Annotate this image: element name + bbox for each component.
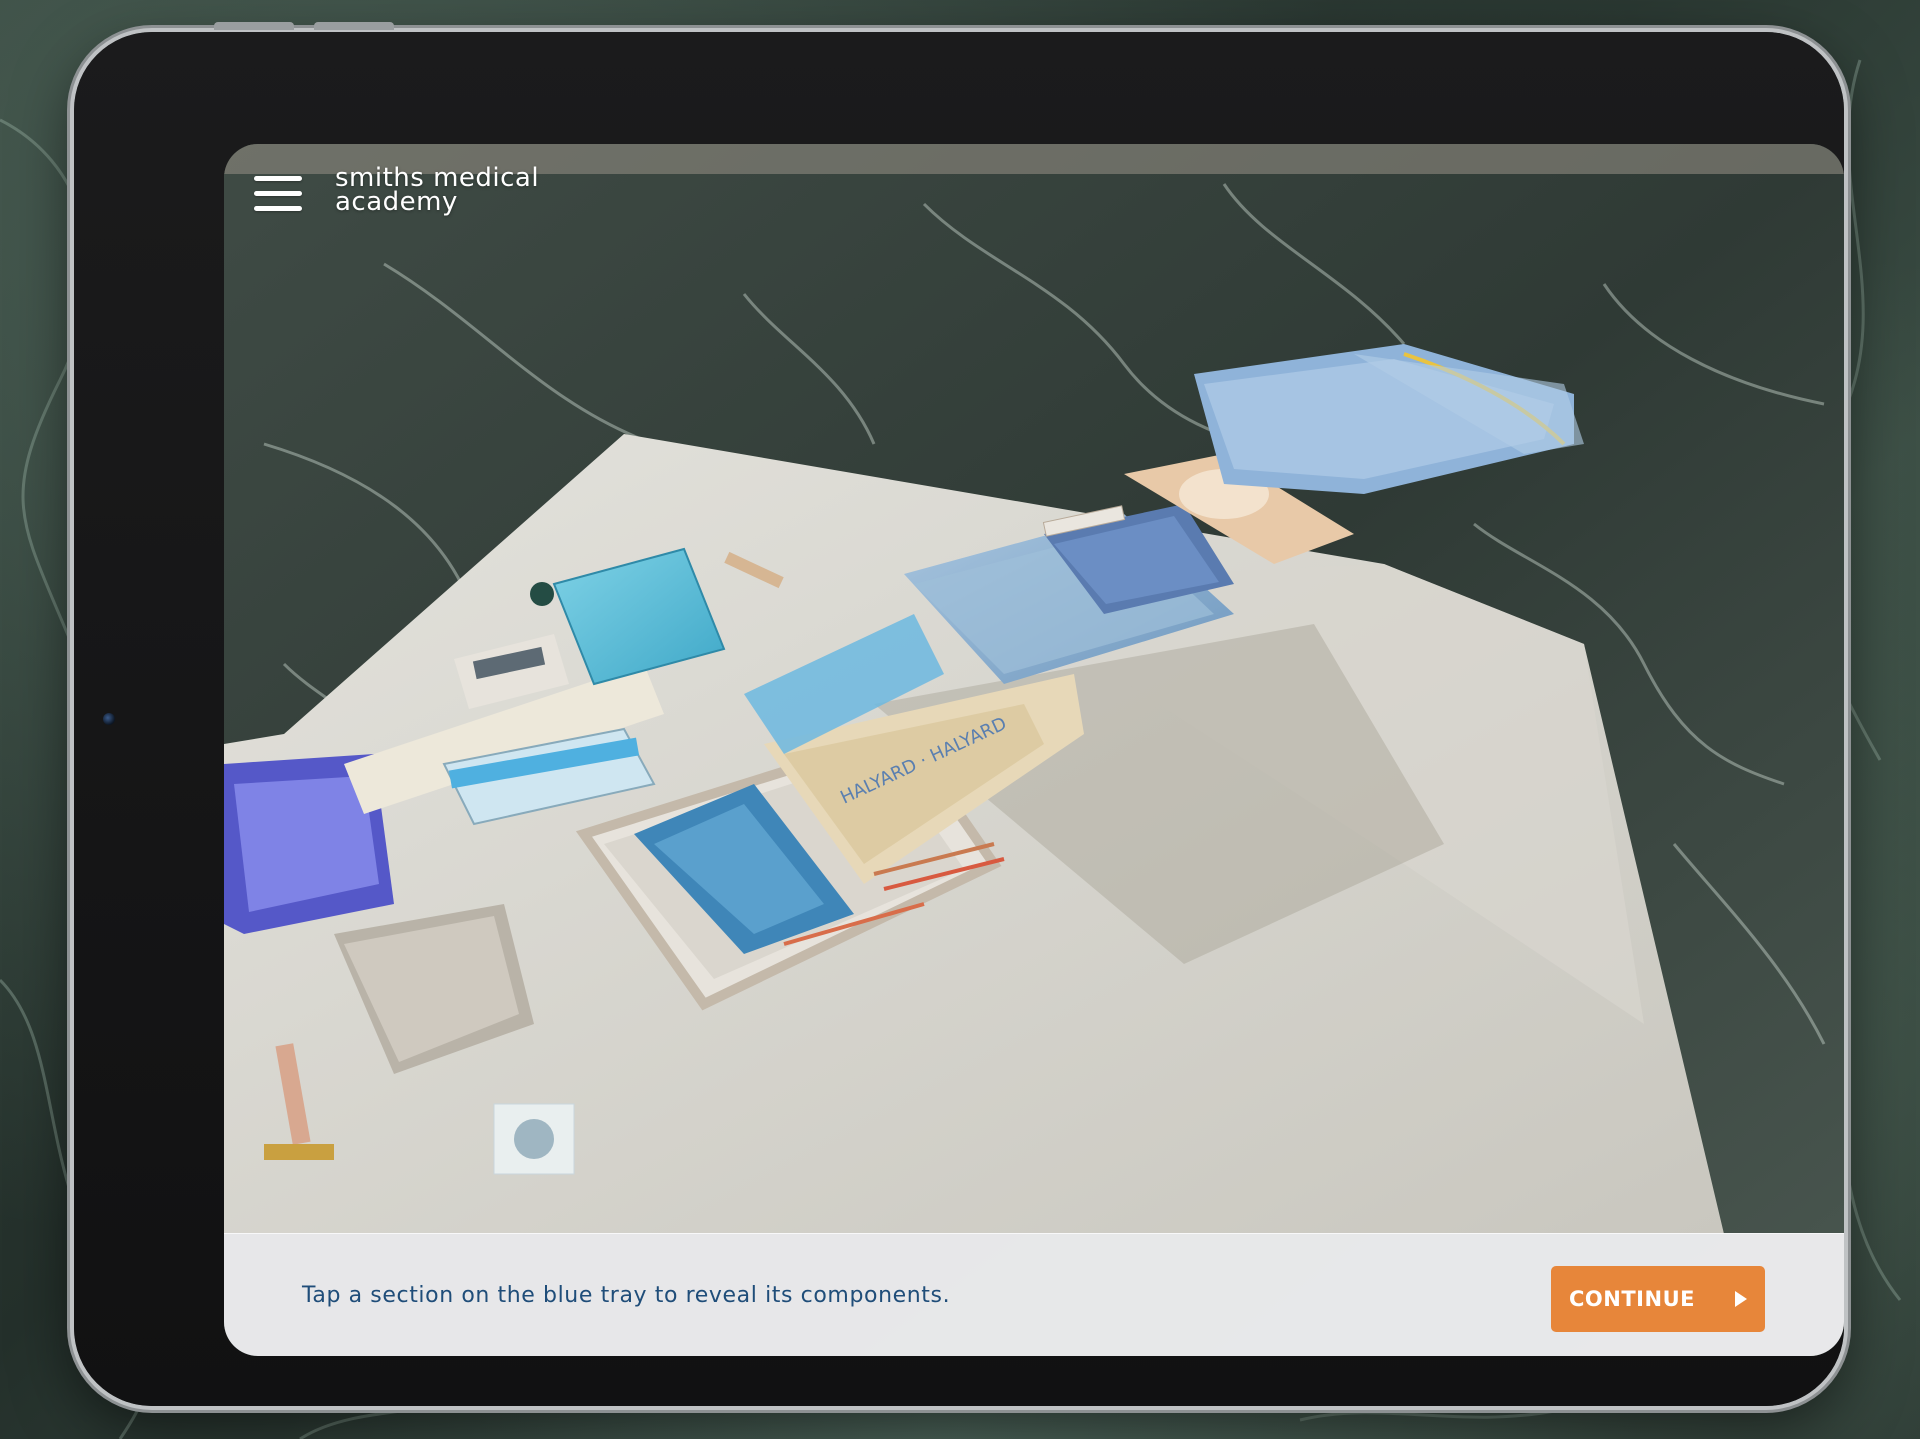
instruction-bar: Tap a section on the blue tray to reveal… [224, 1233, 1844, 1356]
ar-scene-graphic: HALYARD · HALYARD [224, 144, 1844, 1356]
play-triangle-icon [1734, 1291, 1747, 1307]
tablet-volume-buttons [214, 22, 424, 32]
hamburger-menu-icon [254, 176, 302, 181]
continue-button-label: CONTINUE [1569, 1287, 1695, 1311]
hamburger-menu-button[interactable] [254, 176, 304, 216]
tablet-device: HALYARD · HALYARD smiths medical academy… [74, 22, 1844, 1406]
instruction-text: Tap a section on the blue tray to reveal… [302, 1283, 951, 1308]
continue-button[interactable]: CONTINUE [1551, 1266, 1765, 1332]
smiths-medical-academy-logo: smiths medical academy [335, 165, 539, 217]
front-camera-icon [103, 713, 115, 725]
logo-line-2: academy [335, 187, 458, 217]
app-screen: HALYARD · HALYARD smiths medical academy… [224, 144, 1844, 1356]
ar-scene-view[interactable]: HALYARD · HALYARD [224, 144, 1844, 1356]
